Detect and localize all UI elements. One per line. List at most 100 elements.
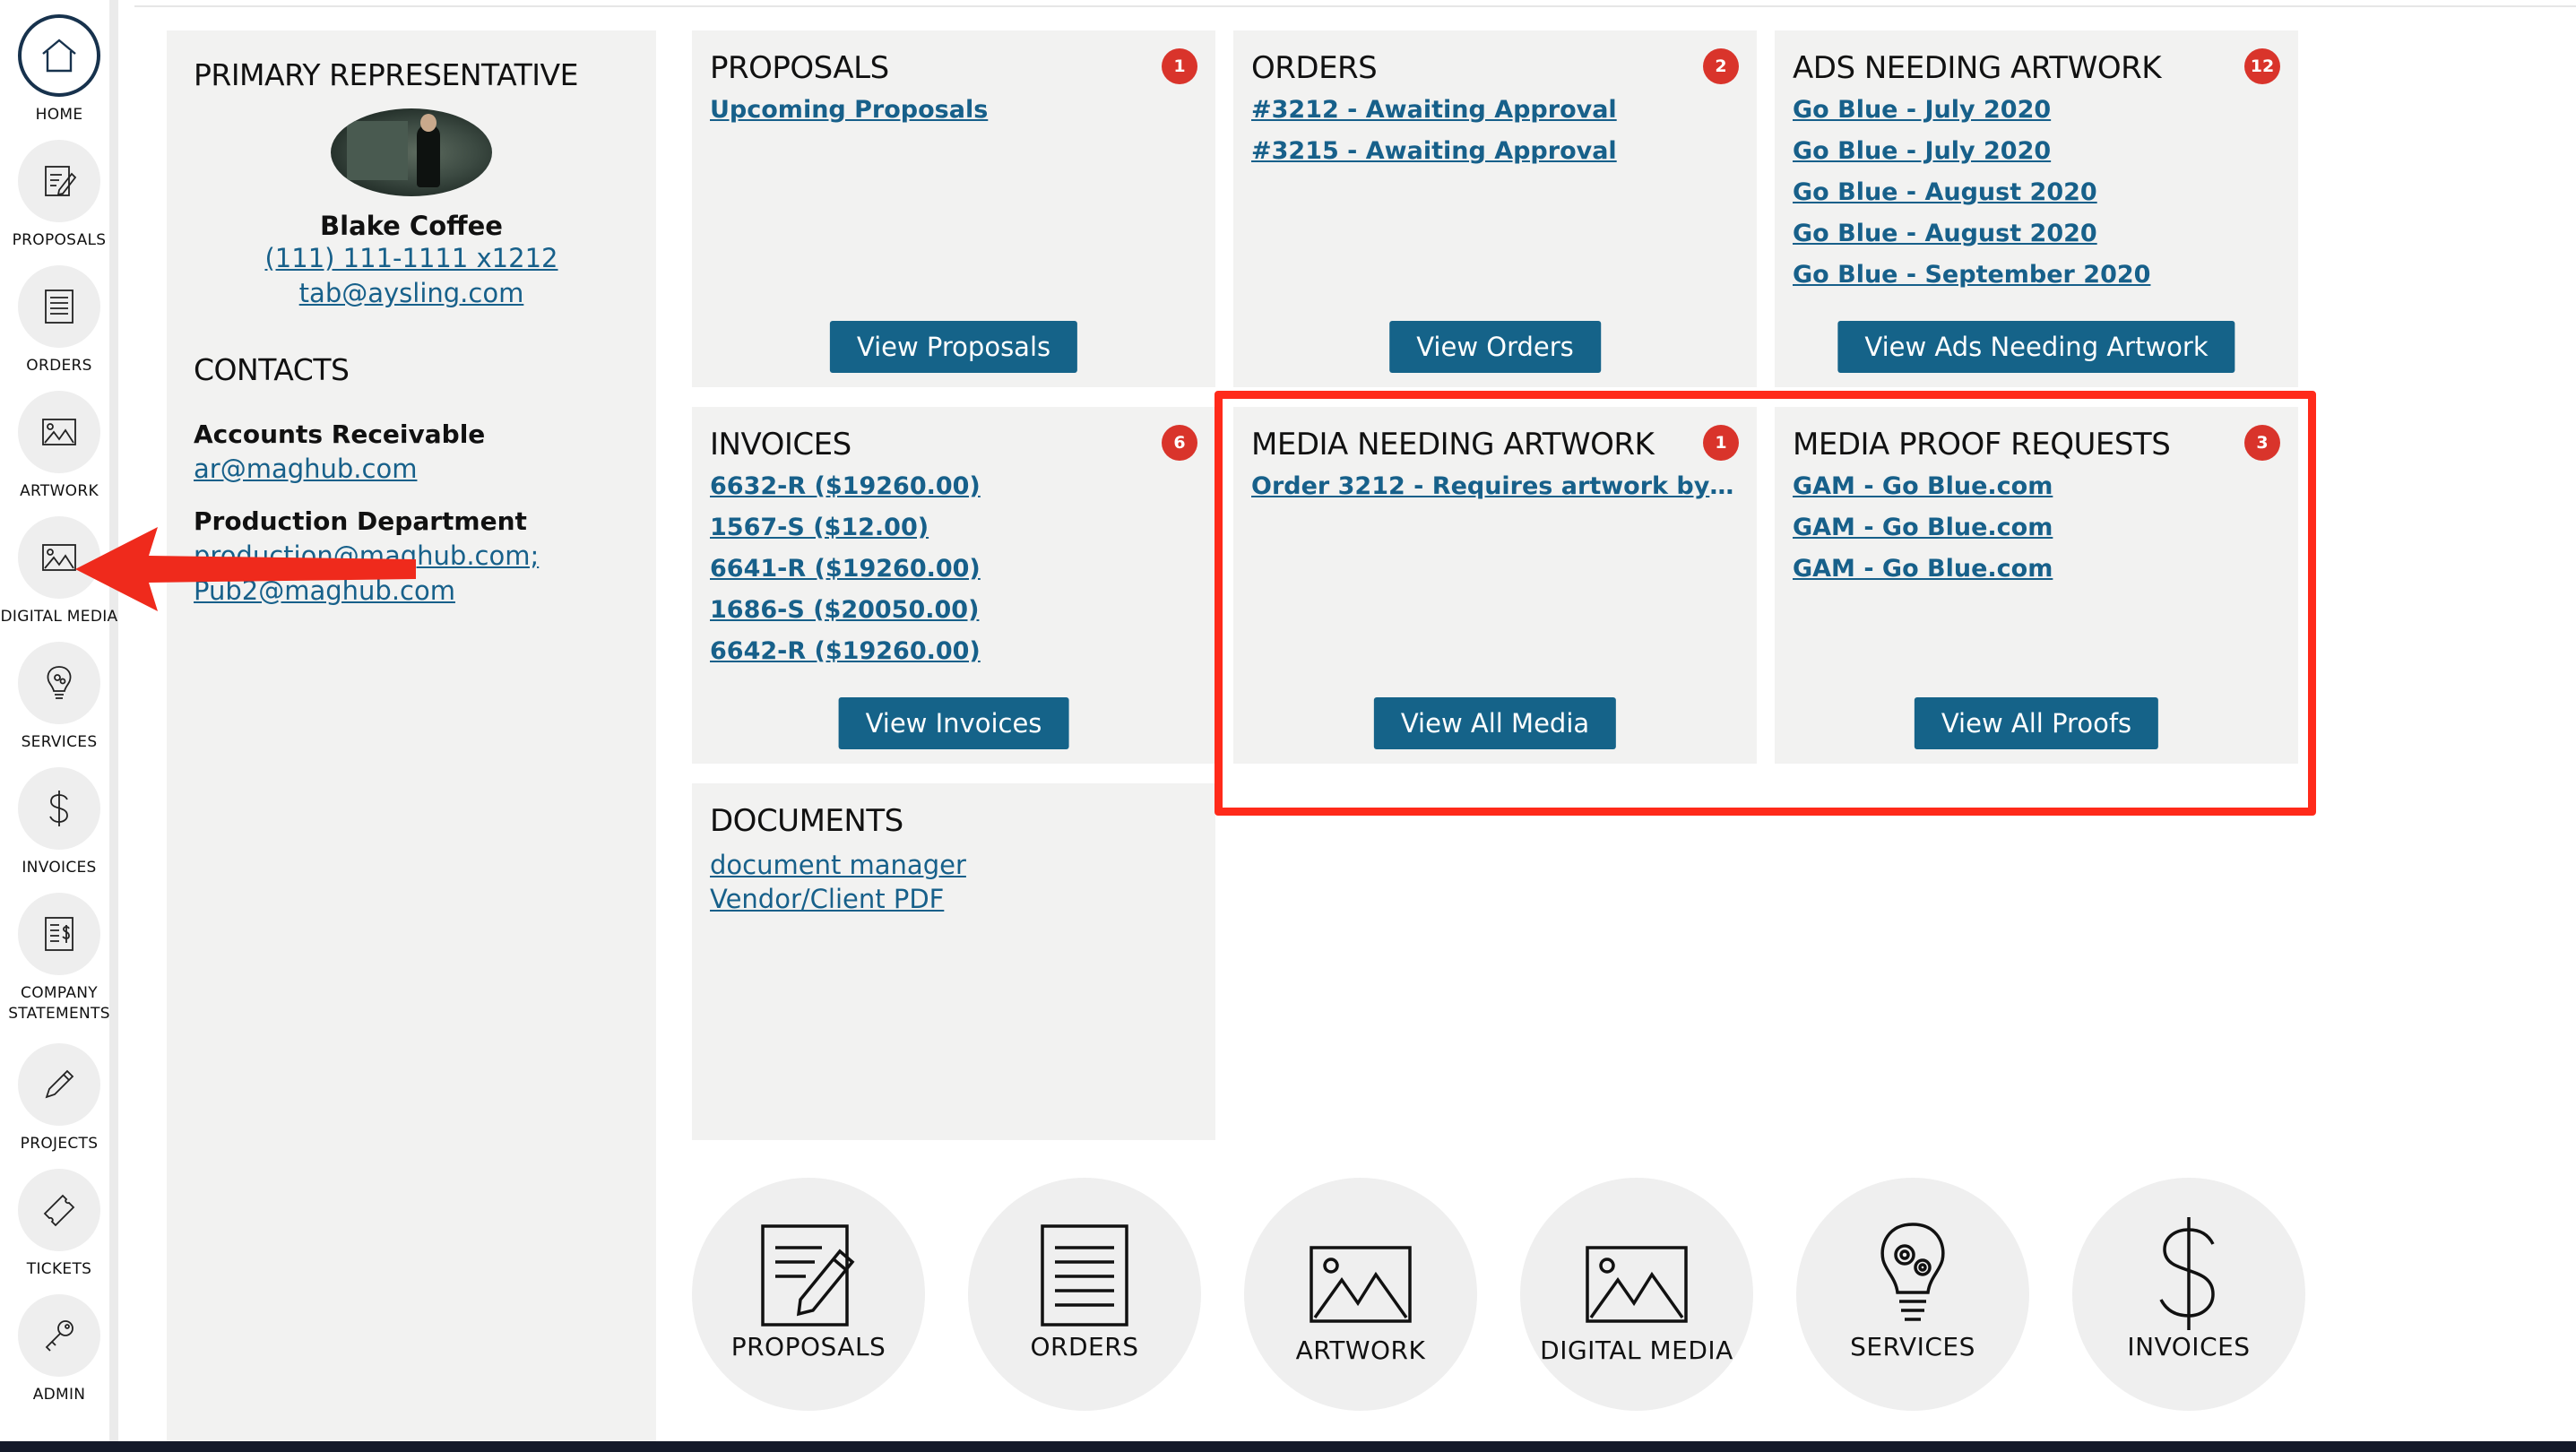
- nav-digital-media[interactable]: DIGITAL MEDIA: [0, 516, 118, 628]
- ad-link[interactable]: Go Blue - July 2020: [1793, 131, 2280, 172]
- card-title: DOCUMENTS: [710, 803, 903, 839]
- quick-label: INVOICES: [2127, 1332, 2251, 1361]
- card-title: MEDIA NEEDING ARTWORK: [1251, 427, 1655, 462]
- orders-icon: [18, 265, 100, 348]
- lightbulb-icon: [18, 642, 100, 724]
- view-all-media-button[interactable]: View All Media: [1373, 697, 1617, 749]
- quick-label: SERVICES: [1850, 1332, 1975, 1361]
- ad-link[interactable]: Go Blue - August 2020: [1793, 213, 2280, 255]
- view-ads-needing-artwork-button[interactable]: View Ads Needing Artwork: [1837, 321, 2235, 373]
- quick-proposals[interactable]: PROPOSALS: [692, 1178, 925, 1411]
- lightbulb-icon: [1880, 1223, 1945, 1321]
- nav-company-statements-line1: COMPANY: [21, 984, 98, 1002]
- rep-avatar: [331, 108, 492, 196]
- count-badge: 2: [1703, 48, 1739, 84]
- quick-orders[interactable]: ORDERS: [968, 1178, 1201, 1411]
- view-proposals-button[interactable]: View Proposals: [829, 321, 1078, 373]
- proof-link[interactable]: GAM - Go Blue.com: [1793, 507, 2280, 549]
- ads-needing-artwork-card: ADS NEEDING ARTWORK 12 Go Blue - July 20…: [1775, 30, 2298, 387]
- nav-home-label: HOME: [35, 106, 83, 124]
- media-order-link[interactable]: Order 3212 - Requires artwork by 2020-10…: [1251, 466, 1739, 507]
- key-icon: [18, 1294, 100, 1377]
- ad-link[interactable]: Go Blue - August 2020: [1793, 172, 2280, 213]
- nav-proposals-label: PROPOSALS: [12, 231, 107, 249]
- proposals-card: PROPOSALS 1 Upcoming Proposals View Prop…: [692, 30, 1215, 387]
- contact-email-link[interactable]: production@maghub.com;: [194, 539, 629, 574]
- pencil-icon: [18, 1043, 100, 1126]
- document-manager-link[interactable]: document manager: [710, 848, 1197, 882]
- order-link[interactable]: #3212 - Awaiting Approval: [1251, 90, 1739, 131]
- order-link[interactable]: #3215 - Awaiting Approval: [1251, 131, 1739, 172]
- statement-icon: [18, 893, 100, 975]
- media-proof-requests-card: MEDIA PROOF REQUESTS 3 GAM - Go Blue.com…: [1775, 407, 2298, 764]
- contacts-title: CONTACTS: [194, 352, 350, 387]
- nav-projects-label: PROJECTS: [20, 1135, 99, 1153]
- proposal-link[interactable]: Upcoming Proposals: [710, 90, 1197, 131]
- nav-company-statements-line2: STATEMENTS: [8, 1005, 110, 1023]
- top-divider: [134, 5, 2576, 7]
- invoice-link[interactable]: 6632-R ($19260.00): [710, 466, 1197, 507]
- view-orders-button[interactable]: View Orders: [1389, 321, 1601, 373]
- home-icon: [18, 14, 100, 97]
- contact-email-link[interactable]: ar@maghub.com: [194, 452, 629, 487]
- digital-media-icon: [1586, 1246, 1688, 1323]
- nav-services[interactable]: SERVICES: [0, 642, 118, 754]
- nav-company-statements-label: COMPANY STATEMENTS: [0, 982, 118, 1025]
- nav-tickets-label: TICKETS: [26, 1260, 92, 1278]
- nav-artwork[interactable]: ARTWORK: [0, 391, 118, 503]
- rep-title: PRIMARY REPRESENTATIVE: [194, 57, 578, 92]
- contact-email-link[interactable]: Pub2@maghub.com: [194, 574, 629, 609]
- nav-digital-media-label: DIGITAL MEDIA: [0, 608, 118, 626]
- quick-label: DIGITAL MEDIA: [1540, 1335, 1733, 1365]
- proof-link[interactable]: GAM - Go Blue.com: [1793, 466, 2280, 507]
- orders-icon: [1041, 1224, 1128, 1327]
- invoice-link[interactable]: 6641-R ($19260.00): [710, 549, 1197, 590]
- count-badge: 12: [2244, 48, 2280, 84]
- contact-name: Accounts Receivable: [194, 419, 486, 449]
- orders-card: ORDERS 2 #3212 - Awaiting Approval #3215…: [1233, 30, 1757, 387]
- nav-tickets[interactable]: TICKETS: [0, 1169, 118, 1281]
- dollar-icon: [2159, 1217, 2215, 1330]
- count-badge: 3: [2244, 425, 2280, 461]
- vendor-client-pdf-link[interactable]: Vendor/Client PDF: [710, 882, 1197, 916]
- rep-name: Blake Coffee: [320, 211, 503, 241]
- contact-name: Production Department: [194, 506, 527, 536]
- proposal-icon: [761, 1224, 855, 1327]
- bottom-bar: [0, 1441, 2576, 1452]
- invoice-link[interactable]: 1567-S ($12.00): [710, 507, 1197, 549]
- nav-home[interactable]: HOME: [0, 14, 118, 126]
- dollar-icon: [18, 767, 100, 850]
- proof-link[interactable]: GAM - Go Blue.com: [1793, 549, 2280, 590]
- rep-email-link[interactable]: tab@aysling.com: [194, 276, 629, 311]
- ticket-icon: [18, 1169, 100, 1251]
- quick-label: ARTWORK: [1295, 1335, 1426, 1365]
- quick-digital-media[interactable]: DIGITAL MEDIA: [1520, 1178, 1753, 1411]
- nav-invoices[interactable]: INVOICES: [0, 767, 118, 879]
- artwork-icon: [18, 391, 100, 473]
- quick-invoices[interactable]: INVOICES: [2072, 1178, 2305, 1411]
- rep-phone-link[interactable]: (111) 111-1111 x1212: [194, 241, 629, 276]
- invoice-link[interactable]: 1686-S ($20050.00): [710, 590, 1197, 631]
- nav-services-label: SERVICES: [21, 733, 98, 751]
- quick-artwork[interactable]: ARTWORK: [1244, 1178, 1477, 1411]
- view-all-proofs-button[interactable]: View All Proofs: [1914, 697, 2159, 749]
- nav-admin-label: ADMIN: [32, 1386, 86, 1404]
- quick-label: ORDERS: [1030, 1332, 1139, 1361]
- digital-media-icon: [18, 516, 100, 599]
- invoices-card: INVOICES 6 6632-R ($19260.00) 1567-S ($1…: [692, 407, 1215, 764]
- quick-services[interactable]: SERVICES: [1796, 1178, 2029, 1411]
- nav-orders[interactable]: ORDERS: [0, 265, 118, 377]
- artwork-icon: [1310, 1246, 1412, 1323]
- nav-company-statements[interactable]: COMPANY STATEMENTS: [0, 893, 118, 1025]
- ad-link[interactable]: Go Blue - July 2020: [1793, 90, 2280, 131]
- ad-link[interactable]: Go Blue - September 2020: [1793, 255, 2280, 296]
- view-invoices-button[interactable]: View Invoices: [838, 697, 1069, 749]
- nav-projects[interactable]: PROJECTS: [0, 1043, 118, 1155]
- card-title: MEDIA PROOF REQUESTS: [1793, 427, 2171, 462]
- card-title: ORDERS: [1251, 50, 1378, 86]
- invoice-link[interactable]: 6642-R ($19260.00): [710, 631, 1197, 672]
- nav-proposals[interactable]: PROPOSALS: [0, 140, 118, 252]
- nav-admin[interactable]: ADMIN: [0, 1294, 118, 1406]
- nav-invoices-label: INVOICES: [22, 859, 97, 877]
- contact-accounts-receivable: Accounts Receivable ar@maghub.com: [194, 418, 629, 487]
